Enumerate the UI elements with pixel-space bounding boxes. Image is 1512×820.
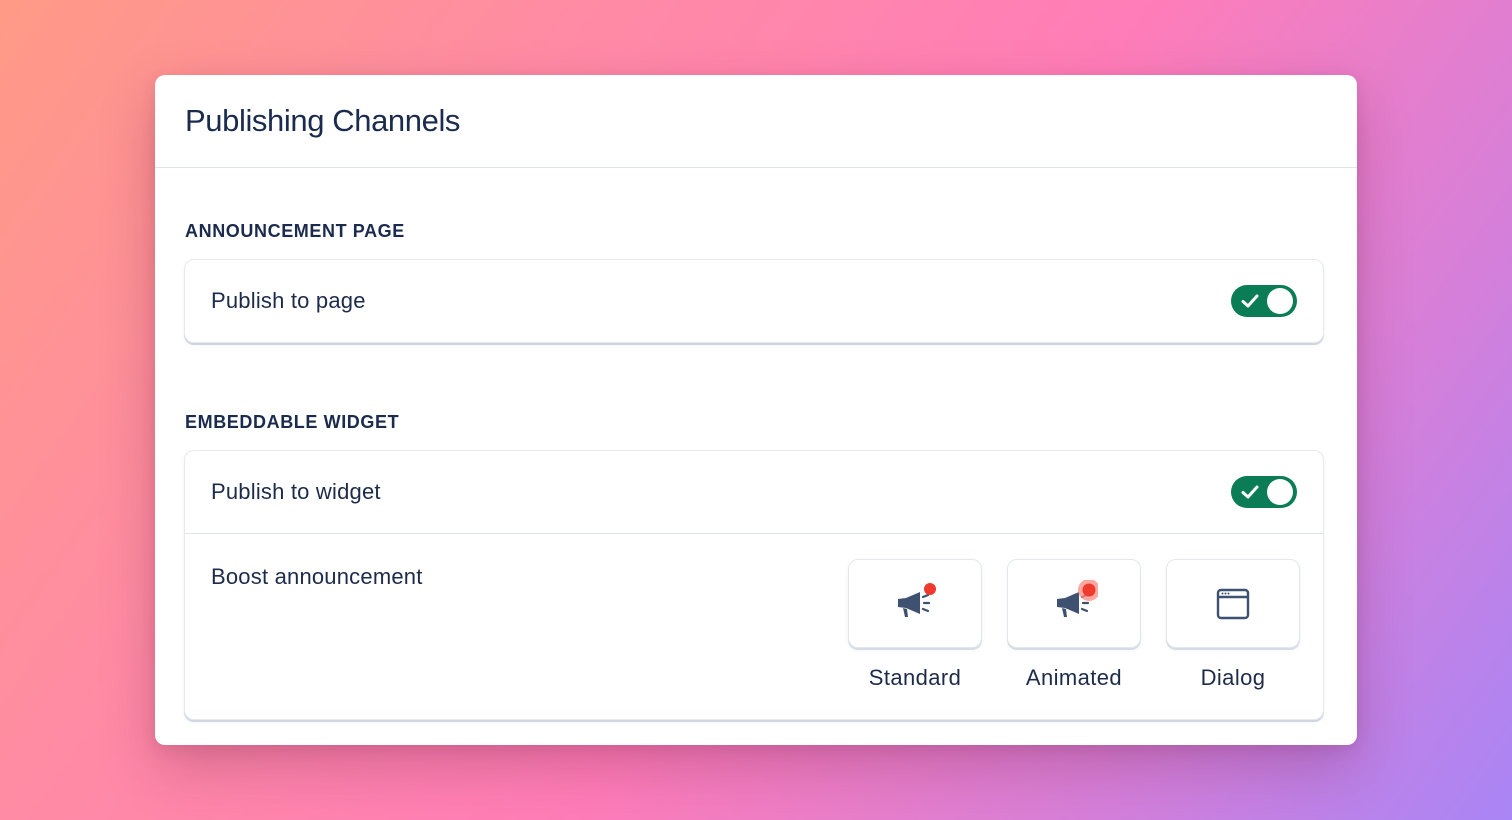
boost-option-animated[interactable]: Animated (1007, 559, 1141, 691)
toggle-knob (1267, 479, 1293, 505)
boost-option-standard[interactable]: Standard (848, 559, 982, 691)
boost-option-label: Animated (1025, 665, 1123, 690)
boost-option-animated-button[interactable] (1007, 559, 1141, 648)
card-header: Publishing Channels (155, 75, 1357, 168)
boost-option-standard-button[interactable] (848, 559, 982, 648)
publishing-channels-card: Publishing Channels ANNOUNCEMENT PAGE Pu… (155, 75, 1357, 745)
check-icon (1241, 294, 1259, 308)
boost-option-label: Standard (868, 665, 962, 690)
boost-option-label: Dialog (1200, 665, 1266, 690)
boost-option-dialog[interactable]: Dialog (1166, 559, 1300, 691)
check-icon (1241, 485, 1259, 499)
publish-to-widget-toggle[interactable] (1231, 476, 1297, 508)
boost-announcement-label: Boost announcement (211, 564, 423, 589)
publish-to-page-toggle[interactable] (1231, 285, 1297, 317)
boost-option-dialog-button[interactable] (1166, 559, 1300, 648)
announcement-page-panel: Publish to page (184, 259, 1324, 343)
toggle-knob (1267, 288, 1293, 314)
embeddable-widget-panel: Publish to widget Boost announcement Sta… (184, 450, 1324, 720)
section-label-embeddable-widget: EMBEDDABLE WIDGET (185, 412, 400, 432)
publish-to-page-label: Publish to page (211, 288, 366, 313)
page-title: Publishing Channels (185, 103, 461, 138)
publish-to-widget-label: Publish to widget (211, 479, 381, 504)
megaphone-dot-icon (898, 582, 936, 617)
publish-to-page-row: Publish to page (185, 260, 1323, 342)
section-label-announcement-page: ANNOUNCEMENT PAGE (185, 221, 405, 241)
boost-announcement-row: Boost announcement Standard Animated Dia… (185, 534, 1323, 720)
publish-to-widget-row: Publish to widget (185, 451, 1323, 533)
megaphone-pulse-icon (1057, 579, 1098, 617)
browser-window-icon (1216, 588, 1250, 619)
